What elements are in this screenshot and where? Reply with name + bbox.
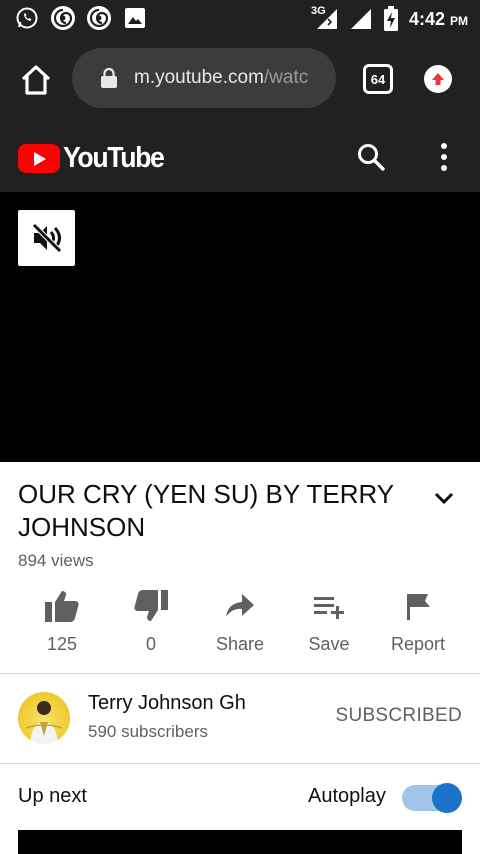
save-button[interactable]: Save [285,588,373,658]
view-count: 894 views [18,551,94,570]
browser-toolbar: m.youtube.com/watc 64 [0,36,480,122]
system-icons: 3G 4:42 PM [311,5,468,32]
save-label: Save [308,634,350,654]
up-next-thumbnail[interactable] [18,830,462,854]
share-label: Share [215,634,265,654]
autoplay-toggle[interactable] [402,783,462,813]
signal-3g-icon: 3G [311,5,339,31]
report-label: Report [390,634,446,654]
url-host: m.youtube.com [134,67,264,88]
channel-name[interactable]: Terry Johnson Gh [88,692,246,715]
app-swirl-icon [50,5,76,31]
avatar-photo-icon [25,701,63,744]
thumb-up-icon [44,588,80,624]
like-button[interactable]: 125 [18,588,106,658]
youtube-play-icon [18,144,60,173]
divider [0,673,480,674]
home-icon [21,65,51,95]
video-actions: 125 0 Share Save Report [18,588,462,658]
youtube-wordmark: YouTube [63,142,165,174]
update-arrow-icon [432,73,444,85]
autoplay-label: Autoplay [308,785,386,807]
home-button[interactable] [18,62,54,98]
video-player[interactable] [0,192,480,462]
unmute-button[interactable] [18,210,75,266]
thumb-down-icon [133,588,169,624]
channel-avatar[interactable] [18,692,70,744]
battery-charging-icon [383,6,399,32]
chevron-down-icon [434,492,454,505]
whatsapp-icon [14,5,40,31]
signal-icon [349,7,373,31]
youtube-header: YouTube [0,122,480,192]
share-button[interactable]: Share [196,588,284,658]
video-title-section: OUR CRY (YEN SU) BY TERRY JOHNSON [18,478,418,544]
share-icon [222,588,258,624]
dislike-count: 0 [145,634,156,654]
clock-ampm: PM [450,13,468,28]
gallery-icon [122,5,148,31]
address-bar[interactable]: m.youtube.com/watc [72,48,336,108]
tab-count: 64 [370,71,386,87]
subscribe-button[interactable]: SUBSCRIBED [335,705,462,727]
report-button[interactable]: Report [374,588,462,658]
playlist-add-icon [311,588,347,624]
url-path: /watc [263,67,309,88]
search-icon [358,144,385,171]
youtube-logo[interactable]: YouTube [18,142,172,175]
subscriber-count: 590 subscribers [88,722,209,741]
url-text: m.youtube.com/watc [134,67,320,89]
divider [0,763,480,764]
flag-icon [400,588,436,624]
volume-off-icon [31,223,62,253]
up-next-heading: Up next [18,785,87,807]
lock-icon [101,67,117,88]
clock-time: 4:42 [408,8,445,29]
toggle-knob [432,783,462,813]
dislike-button[interactable]: 0 [107,588,195,658]
update-button[interactable] [424,65,452,93]
tab-switcher-button[interactable]: 64 [363,64,393,94]
like-count: 125 [46,634,78,654]
more-vert-icon [441,143,447,171]
status-bar: 3G 4:42 PM [0,0,480,36]
clock: 4:42 PM [409,9,468,30]
more-options-button[interactable] [432,141,456,173]
video-title: OUR CRY (YEN SU) BY TERRY JOHNSON [18,479,394,542]
expand-description-button[interactable] [430,486,458,510]
notification-icons [14,5,148,31]
search-button[interactable] [356,142,386,172]
app-swirl-icon [86,5,112,31]
